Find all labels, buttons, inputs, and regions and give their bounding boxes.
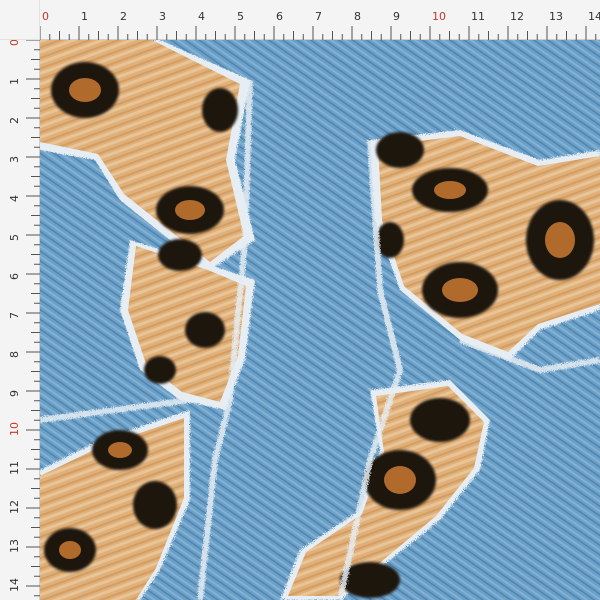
left-ruler-label: 7 (8, 312, 21, 319)
left-ruler-label: 4 (8, 195, 21, 202)
ruler-corner (0, 0, 40, 40)
top-ruler-label: 5 (237, 10, 244, 23)
left-ruler-label: 11 (8, 461, 21, 475)
top-ruler-label: 1 (81, 10, 88, 23)
left-ruler-label: 9 (8, 390, 21, 397)
left-ruler-label: 1 (8, 78, 21, 85)
top-ruler-label: 0 (42, 10, 49, 23)
fabric-swatch (40, 40, 600, 600)
left-ruler-label: 8 (8, 351, 21, 358)
left-ruler-label: 2 (8, 117, 21, 124)
fabric-preview: 0 1 2 3 4 5 6 7 8 9 10 11 12 13 14 0 1 2 3 4 5 6 7 8 9 10 11 12 13 1… (0, 0, 600, 600)
top-ruler-label: 12 (510, 10, 524, 23)
top-ruler-label: 3 (159, 10, 166, 23)
top-ruler: 0 1 2 3 4 5 6 7 8 9 10 11 12 13 14 (0, 0, 600, 40)
left-ruler: 0 1 2 3 4 5 6 7 8 9 10 11 12 13 14 (0, 0, 40, 600)
top-ruler-label: 8 (354, 10, 361, 23)
top-ruler-label: 11 (471, 10, 485, 23)
left-ruler-label: 0 (8, 39, 21, 46)
top-ruler-label: 14 (588, 10, 600, 23)
denim-leopard-pattern (40, 40, 600, 600)
left-ruler-label: 10 (8, 422, 21, 436)
top-ruler-label: 2 (120, 10, 127, 23)
left-ruler-label: 3 (8, 156, 21, 163)
top-ruler-graphic: 0 1 2 3 4 5 6 7 8 9 10 11 12 13 14 (39, 10, 600, 40)
top-ruler-label: 13 (549, 10, 563, 23)
left-ruler-label: 6 (8, 273, 21, 280)
top-ruler-label: 10 (432, 10, 446, 23)
top-ruler-label: 7 (315, 10, 322, 23)
left-ruler-label: 13 (8, 539, 21, 553)
left-ruler-label: 5 (8, 234, 21, 241)
top-ruler-label: 9 (393, 10, 400, 23)
left-ruler-label: 12 (8, 500, 21, 514)
left-ruler-label: 14 (8, 578, 21, 592)
ruler-corner-graphic (0, 0, 40, 40)
top-ruler-label: 4 (198, 10, 205, 23)
left-ruler-graphic: 01234567891011121314 (8, 39, 40, 597)
top-ruler-label: 6 (276, 10, 283, 23)
